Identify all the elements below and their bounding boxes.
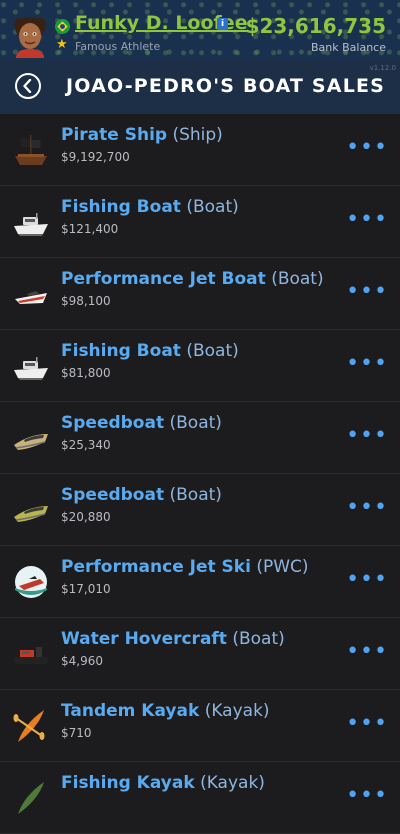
item-price: $121,400: [61, 222, 119, 236]
pirate-ship-icon: [15, 135, 47, 165]
more-options-button[interactable]: •••: [346, 569, 388, 591]
item-type: (Boat): [232, 629, 285, 649]
avatar[interactable]: [10, 14, 50, 58]
item-type: (PWC): [256, 557, 309, 577]
fishing-boat-icon: [14, 213, 48, 236]
kayak-icon: [13, 710, 45, 742]
page-header: JOAO-PEDRO'S BOAT SALES v1.12.0: [0, 60, 400, 114]
item-name: Performance Jet Boat: [61, 269, 266, 289]
player-title: Famous Athlete: [75, 40, 161, 53]
item-price: $9,192,700: [61, 150, 130, 164]
item-name: Performance Jet Ski: [61, 557, 251, 577]
item-type: (Boat): [169, 485, 222, 505]
list-item[interactable]: Pirate Ship (Ship) $9,192,700 •••: [0, 114, 400, 186]
item-name: Pirate Ship: [61, 125, 168, 145]
jet-boat-icon: [15, 291, 47, 304]
version-label: v1.12.0: [369, 64, 396, 72]
item-price: $20,880: [61, 510, 111, 524]
more-options-button[interactable]: •••: [346, 713, 388, 735]
list-item[interactable]: Fishing Boat (Boat) $81,800 •••: [0, 330, 400, 402]
kayak-icon: [18, 782, 44, 814]
bank-balance-label: Bank Balance: [311, 41, 386, 54]
list-item[interactable]: Water Hovercraft (Boat) $4,960 •••: [0, 618, 400, 690]
item-type: (Kayak): [204, 701, 270, 721]
bank-balance: $23,616,735: [245, 14, 386, 38]
item-price: $17,010: [61, 582, 111, 596]
more-options-button[interactable]: •••: [346, 641, 388, 663]
boat-listings: Pirate Ship (Ship) $9,192,700 ••• Fishin…: [0, 114, 400, 834]
item-type: (Boat): [271, 269, 324, 289]
item-price: $710: [61, 726, 92, 740]
list-item[interactable]: Tandem Kayak (Kayak) $710 •••: [0, 690, 400, 762]
list-item[interactable]: Fishing Kayak (Kayak) •••: [0, 762, 400, 834]
item-type: (Ship): [172, 125, 223, 145]
item-name: Fishing Kayak: [61, 773, 195, 793]
list-item[interactable]: Performance Jet Ski (PWC) $17,010 •••: [0, 546, 400, 618]
status-bar: Funky D. Loofee i ★ Famous Athlete $23,6…: [0, 0, 400, 60]
item-price: $25,340: [61, 438, 111, 452]
back-button[interactable]: [15, 73, 41, 99]
list-item[interactable]: Fishing Boat (Boat) $121,400 •••: [0, 186, 400, 258]
more-options-button[interactable]: •••: [346, 497, 388, 519]
jet-ski-icon: [15, 566, 47, 598]
item-price: $98,100: [61, 294, 111, 308]
item-type: (Boat): [169, 413, 222, 433]
more-options-button[interactable]: •••: [346, 353, 388, 375]
speedboat-icon: [14, 434, 48, 450]
item-name: Fishing Boat: [61, 341, 181, 361]
item-name: Water Hovercraft: [61, 629, 227, 649]
list-item[interactable]: Speedboat (Boat) $20,880 •••: [0, 474, 400, 546]
info-icon[interactable]: i: [217, 18, 228, 30]
list-item[interactable]: Speedboat (Boat) $25,340 •••: [0, 402, 400, 474]
item-name: Speedboat: [61, 413, 165, 433]
item-name: Tandem Kayak: [61, 701, 200, 721]
item-type: (Boat): [186, 197, 239, 217]
list-item[interactable]: Performance Jet Boat (Boat) $98,100 •••: [0, 258, 400, 330]
item-price: $81,800: [61, 366, 111, 380]
item-type: (Kayak): [200, 773, 265, 793]
hovercraft-icon: [14, 647, 48, 664]
item-name: Fishing Boat: [61, 197, 181, 217]
more-options-button[interactable]: •••: [346, 425, 388, 447]
page-title: JOAO-PEDRO'S BOAT SALES: [66, 75, 386, 97]
item-name: Speedboat: [61, 485, 165, 505]
item-price: $4,960: [61, 654, 103, 668]
chevron-left-icon: [23, 79, 32, 93]
more-options-button[interactable]: •••: [346, 785, 388, 807]
speedboat-icon: [14, 506, 48, 522]
fishing-boat-icon: [14, 357, 48, 380]
more-options-button[interactable]: •••: [346, 137, 388, 159]
star-icon: ★: [56, 37, 68, 52]
brazil-flag-icon: [55, 19, 70, 34]
more-options-button[interactable]: •••: [346, 209, 388, 231]
item-type: (Boat): [186, 341, 239, 361]
more-options-button[interactable]: •••: [346, 281, 388, 303]
